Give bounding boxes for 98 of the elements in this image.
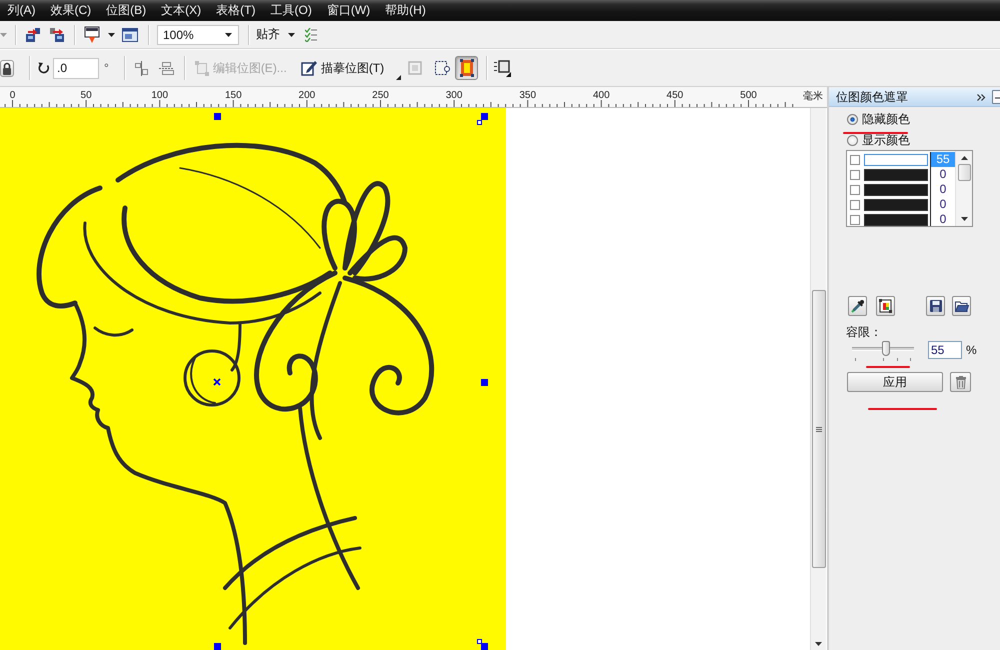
align-icon[interactable] [158,60,174,76]
snap-dropdown[interactable]: 贴齐 [253,24,298,44]
save-icon [930,300,942,312]
selection-handle[interactable] [214,113,221,120]
trace-bitmap-button[interactable]: 描摹位图(T) [298,57,386,79]
down-arrow-icon[interactable] [815,642,822,646]
monitor-icon[interactable] [84,26,100,43]
color-swatch[interactable] [864,198,928,210]
checklist-icon[interactable] [305,28,317,42]
selection-handle[interactable] [481,113,488,120]
radio-button[interactable] [847,114,858,124]
selection-handle[interactable] [481,643,488,650]
trash-icon [956,376,966,388]
align-icon[interactable] [134,60,149,76]
checkbox[interactable] [850,200,860,210]
caret-icon [225,32,232,36]
scrollbar-thumb[interactable] [958,164,971,181]
caret-icon [108,32,115,36]
eyedropper-icon [851,300,864,312]
ruler-label: 350 [519,90,536,101]
trace-icon [300,60,317,76]
caret-icon [0,32,7,36]
rotate-icon [38,62,50,74]
bitmap-frame-icon [194,60,209,76]
radio-label[interactable]: 显示颜色 [862,132,910,148]
ruler-label: 50 [80,90,92,101]
ruler-label: 250 [372,90,389,101]
menu-item[interactable]: 帮助(H) [378,0,434,21]
eyedropper-button[interactable] [848,296,867,316]
menu-item[interactable]: 效果(C) [43,0,99,21]
delete-button[interactable] [950,372,971,392]
color-mask-icon [879,299,892,313]
mask-frame-icon [460,59,474,77]
menu-item[interactable]: 表格(T) [208,0,263,21]
color-swatch[interactable] [864,168,928,180]
slider-thumb[interactable] [882,341,890,356]
checkbox[interactable] [850,154,860,164]
lock-button[interactable] [0,60,14,76]
rotation-field[interactable]: .0 [53,58,99,78]
annotation-underline [866,366,910,368]
ruler-label: 150 [224,90,242,101]
ruler-unit-label: 毫米 [803,91,823,102]
double-chevron-icon[interactable] [977,94,986,100]
menu-item[interactable]: 列(A) [0,0,43,21]
selection-handle[interactable] [214,643,221,650]
vertical-scrollbar[interactable] [810,108,826,650]
radio-label[interactable]: 隐藏颜色 [862,110,910,128]
tolerance-slider[interactable] [851,341,915,363]
ruler-label: 450 [666,90,684,101]
menu-item[interactable]: 位图(B) [98,0,154,21]
checkbox[interactable] [850,170,860,180]
percent-label: % [966,342,977,359]
save-button[interactable] [926,296,945,316]
list-frame-icon[interactable] [494,60,512,76]
lock-icon [2,62,12,74]
color-mask-button[interactable] [876,296,895,316]
tolerance-field[interactable]: 55 [928,341,962,359]
apply-button[interactable]: 应用 [847,372,943,392]
radio-button[interactable] [847,134,858,146]
ruler-label: 500 [740,90,757,101]
down-arrow-icon[interactable] [960,217,968,221]
folder-icon [954,300,968,312]
annotation-underline [868,408,937,410]
ruler-label: 0 [10,90,16,101]
degree-label: ° [104,61,109,75]
tolerance-label: 容限： [846,325,882,339]
export-icon[interactable] [49,26,65,42]
selection-handle[interactable] [481,379,488,386]
grip-icon [816,426,822,432]
minimize-icon[interactable] [992,90,1000,104]
menu-item[interactable]: 文本(X) [154,0,209,21]
center-marker-icon[interactable] [213,378,221,386]
ruler-label: 100 [151,90,168,101]
ruler-label: 400 [592,90,610,101]
import-icon[interactable] [25,26,41,42]
checkbox[interactable] [850,184,860,194]
color-mask-toggle[interactable] [455,56,478,80]
menu-item[interactable]: 窗口(W) [319,0,378,21]
color-swatch[interactable] [864,184,928,196]
ruler-label: 300 [446,90,462,101]
caret-icon [288,32,295,36]
annotation-underline [843,132,908,134]
up-arrow-icon[interactable] [960,156,968,160]
menu-item[interactable]: 工具(O) [263,0,320,21]
ruler-label: 200 [298,90,316,101]
list-scrollbar[interactable] [955,151,972,226]
node-handle[interactable] [477,120,482,125]
color-swatch[interactable] [864,214,928,226]
window-icon[interactable] [122,28,138,42]
open-button[interactable] [952,296,971,316]
dashed-frame-icon[interactable] [434,60,450,76]
color-swatch[interactable] [864,154,928,166]
corner-triangle-icon [396,75,402,80]
node-handle[interactable] [477,639,482,644]
panel-title: 位图颜色遮罩 [836,88,909,106]
scrollbar-thumb[interactable] [812,290,826,568]
checkbox[interactable] [850,214,860,224]
zoom-combobox[interactable]: 100% [157,24,239,44]
